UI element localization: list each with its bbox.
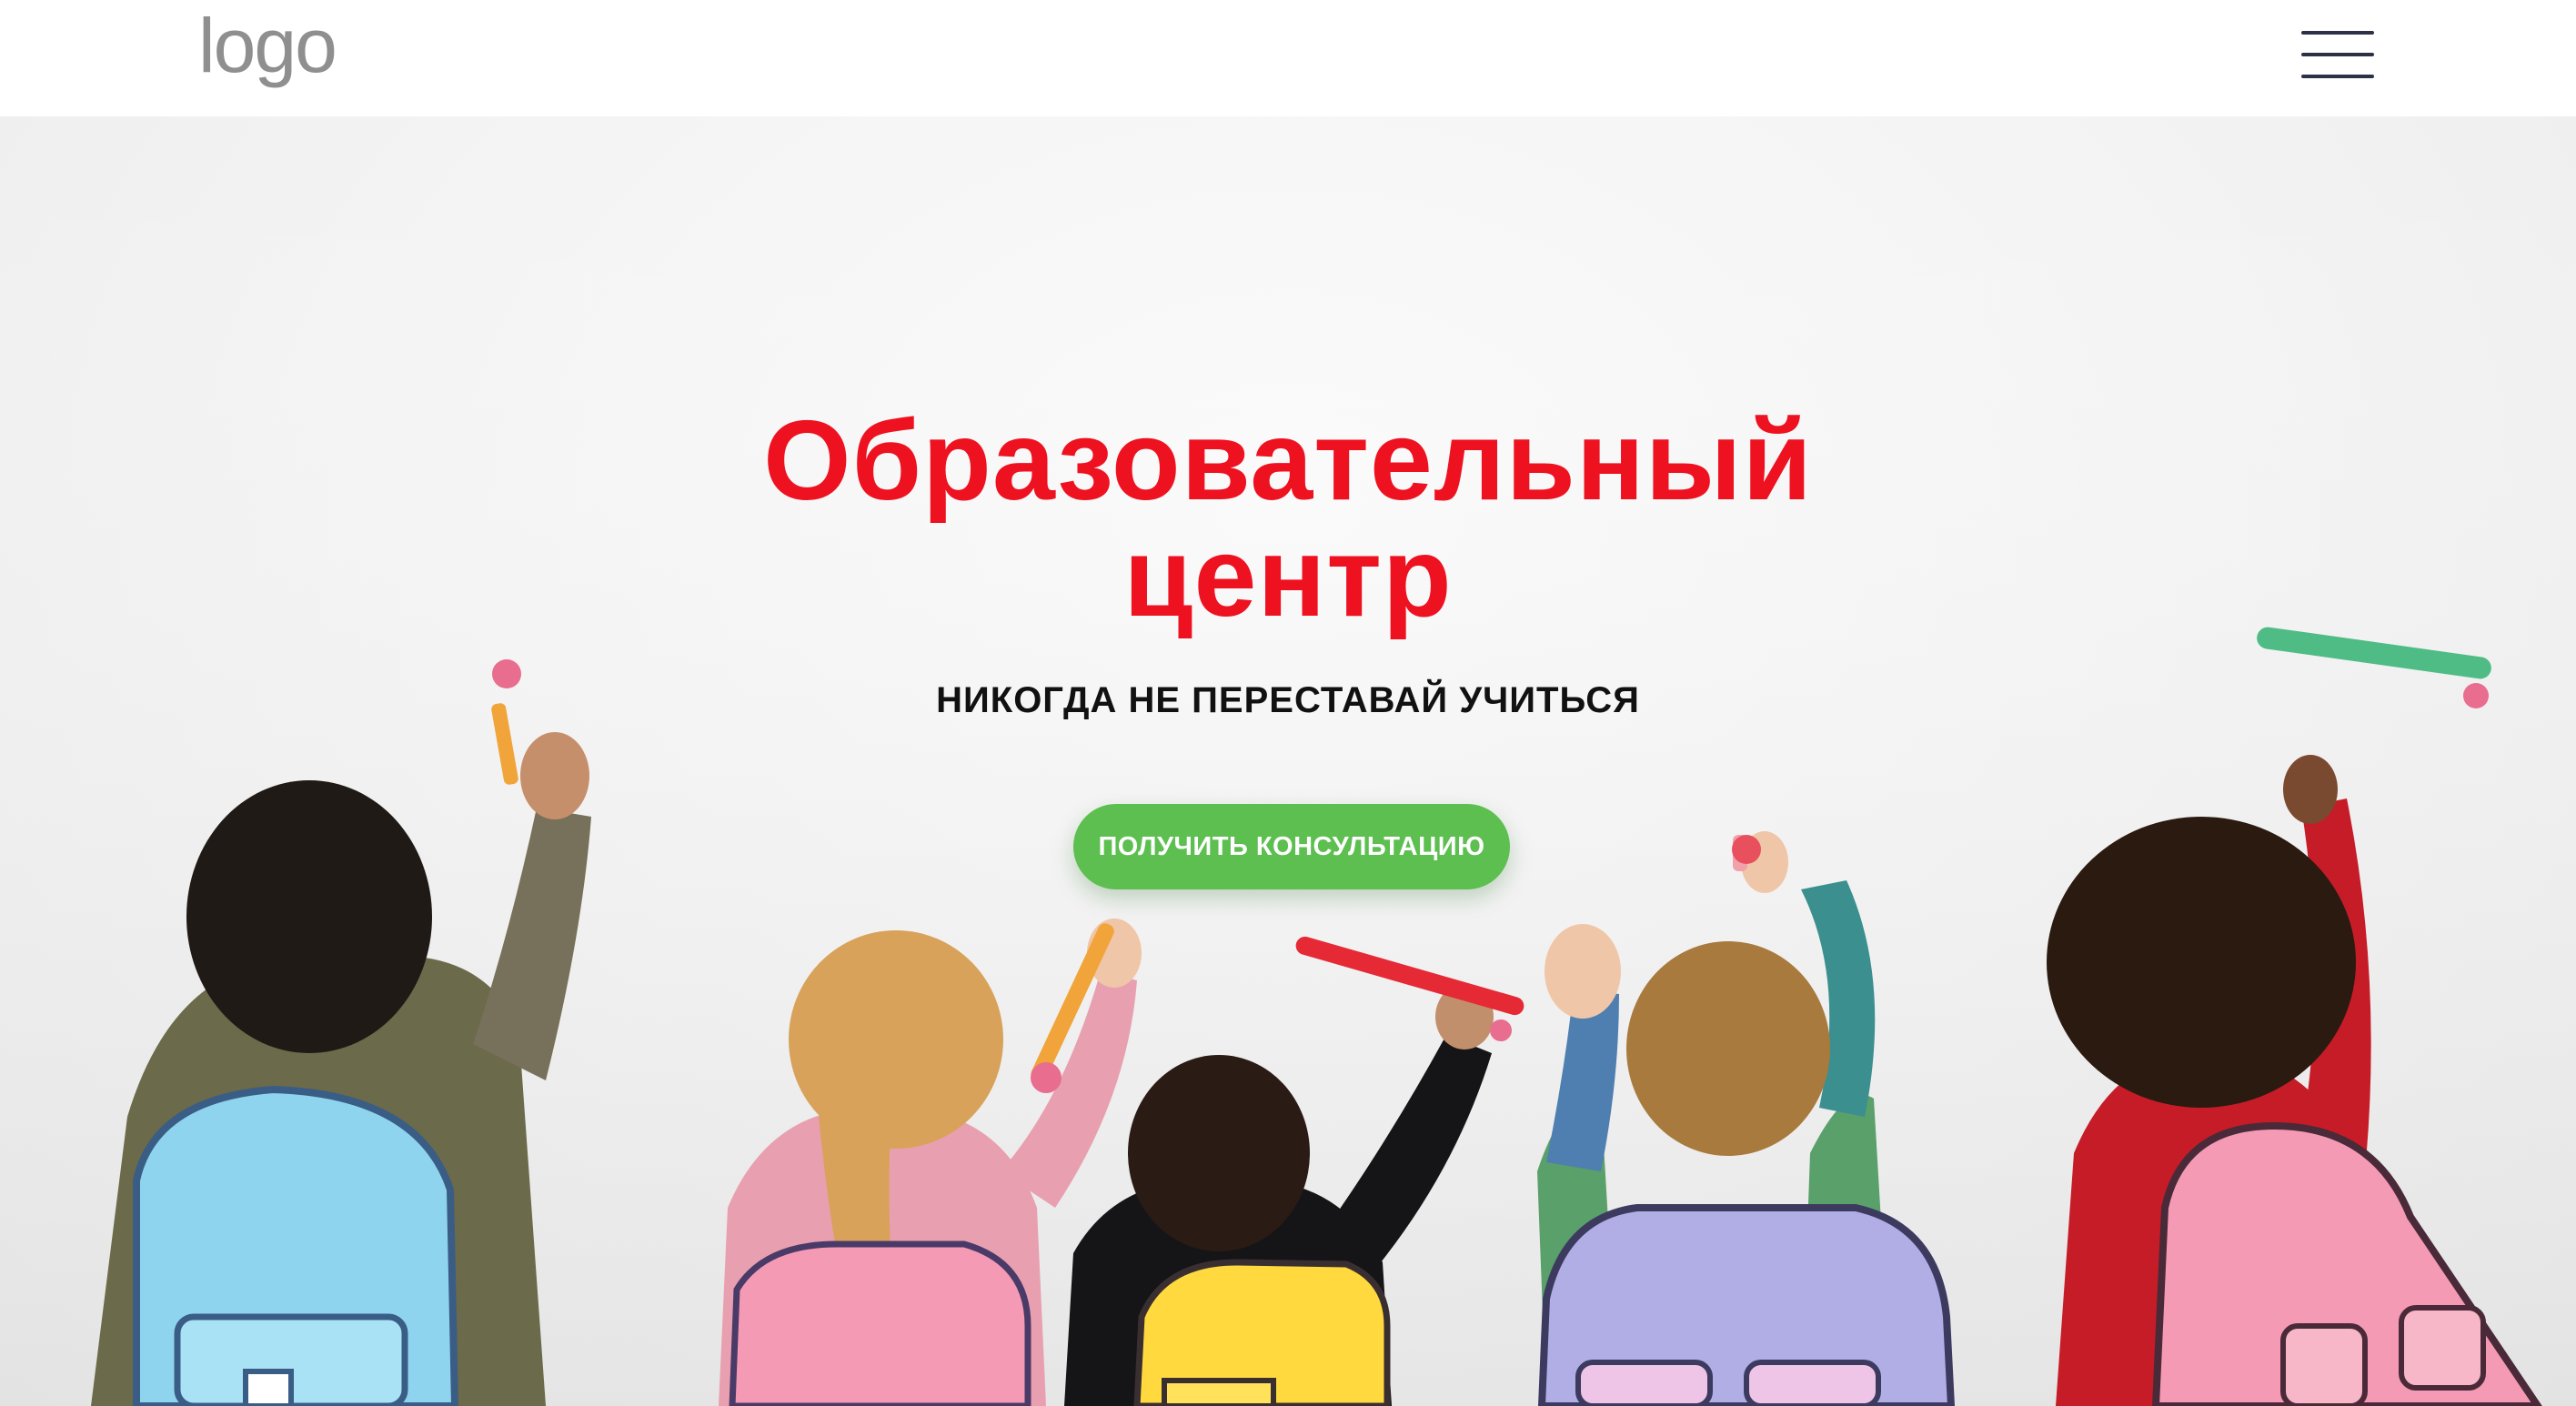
- hero-subtitle: НИКОГДА НЕ ПЕРЕСТАВАЙ УЧИТЬСЯ: [936, 680, 1640, 720]
- hero-section: Образовательный центр НИКОГДА НЕ ПЕРЕСТА…: [0, 116, 2576, 1406]
- menu-bar-top: [2301, 31, 2374, 35]
- hero-title-line-2: центр: [1123, 515, 1453, 640]
- menu-bar-middle: [2301, 53, 2374, 56]
- logo[interactable]: logo: [198, 4, 337, 88]
- hero-background-image: [0, 116, 2576, 1406]
- menu-bar-bottom: [2301, 75, 2374, 78]
- site-header: logo: [0, 0, 2576, 116]
- get-consultation-button[interactable]: ПОЛУЧИТЬ КОНСУЛЬТАЦИЮ: [1073, 804, 1510, 889]
- hero-title: Образовательный центр: [0, 403, 2576, 636]
- hamburger-menu-icon[interactable]: [2301, 31, 2374, 78]
- landing-page: logo Образовательный центр НИКОГДА НЕ ПЕ…: [0, 0, 2576, 1406]
- hero-title-line-1: Образовательный: [763, 398, 1813, 524]
